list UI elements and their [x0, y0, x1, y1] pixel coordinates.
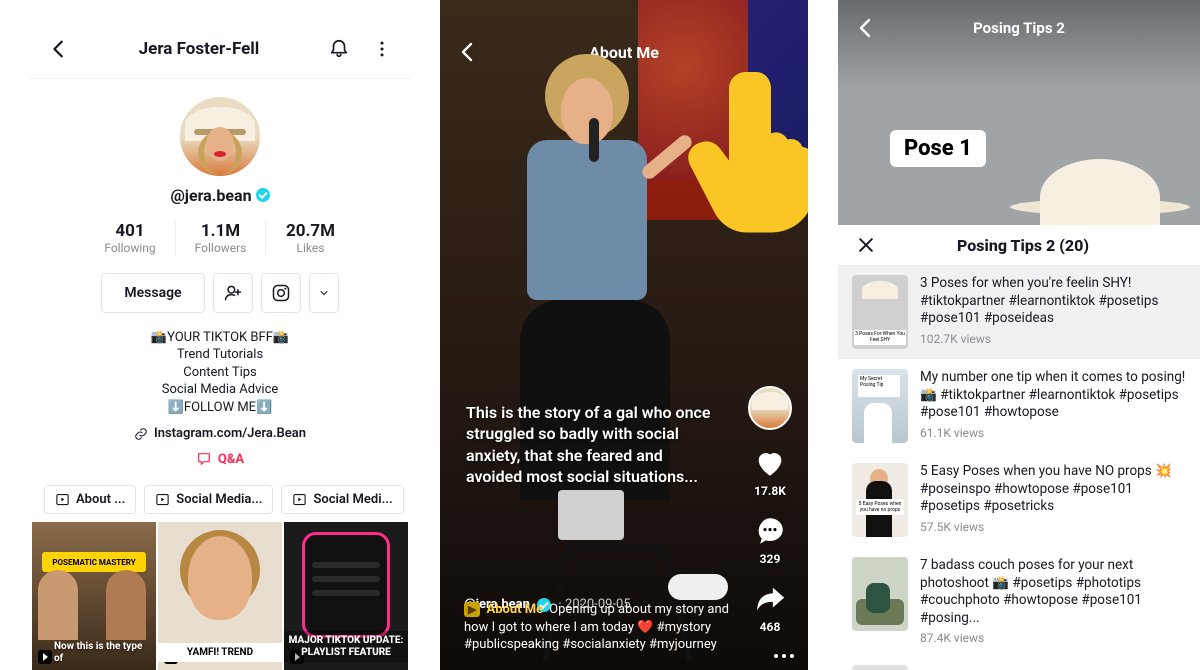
stat-following[interactable]: 401Following	[85, 221, 175, 255]
playlist-item-thumb: 5 Easy Poses when you have no props	[852, 463, 908, 537]
qa-icon	[196, 451, 212, 467]
profile-title: Jera Foster-Fell	[139, 39, 260, 59]
playlist-icon	[292, 492, 307, 507]
playlist-item-thumb	[852, 665, 908, 670]
share-button[interactable]: 468	[751, 580, 789, 634]
bell-icon[interactable]	[328, 38, 350, 60]
video-screen: About Me This is the story of a gal who …	[440, 0, 808, 670]
pointing-hand-icon	[664, 60, 808, 240]
playlist-tag-icon: ▶	[464, 602, 480, 617]
stat-likes[interactable]: 20.7MLikes	[265, 221, 355, 255]
instagram-button[interactable]	[261, 273, 301, 313]
playlist-header: Posing Tips 2	[838, 16, 1200, 40]
verified-badge-icon	[256, 188, 270, 202]
link-icon	[134, 427, 148, 441]
action-rail: 17.8K 329 468	[742, 386, 798, 634]
profile-bio: 📸YOUR TIKTOK BFF📸 Trend Tutorials Conten…	[30, 329, 410, 417]
close-icon[interactable]	[852, 235, 880, 255]
author-avatar[interactable]	[748, 386, 792, 430]
add-friend-button[interactable]	[213, 273, 253, 313]
playlist-sheet-header: Posing Tips 2 (20)	[838, 225, 1200, 265]
playlist-item-thumb: 3 Poses For When You Feel SHY	[852, 275, 908, 349]
video-content[interactable]	[527, 140, 647, 300]
profile-avatar[interactable]	[180, 97, 260, 176]
playlist-item[interactable]: My Secret Posing Tip My number one tip w…	[838, 359, 1200, 453]
play-badge-icon	[38, 650, 52, 664]
playlist-chips: About ... Social Media... Social Medi...	[30, 467, 410, 522]
playlist-chip[interactable]: Social Media...	[144, 485, 273, 514]
profile-actions: Message	[30, 273, 410, 313]
playlist-chip[interactable]: Social Medi...	[281, 485, 403, 514]
playlist-item[interactable]: 7 badass couch poses for your next photo…	[838, 547, 1200, 655]
video-thumb[interactable]: YAMFI! TREND	[158, 522, 282, 670]
playlist-screen: Posing Tips 2 Pose 1 Posing Tips 2 (20) …	[838, 0, 1200, 670]
playlist-title-top: Posing Tips 2	[878, 19, 1160, 37]
qa-link[interactable]: Q&A	[30, 451, 410, 467]
playlist-icon	[55, 492, 70, 507]
video-thumb[interactable]: MAJOR TIKTOK UPDATE: PLAYLIST FEATURE	[284, 522, 408, 670]
profile-handle[interactable]: @jera.bean	[30, 186, 410, 205]
stat-followers[interactable]: 1.1MFollowers	[175, 221, 265, 255]
like-button[interactable]: 17.8K	[751, 444, 789, 498]
profile-screen: Jera Foster-Fell @jera.bean 401Following…	[30, 0, 410, 670]
playlist-video-preview[interactable]: Posing Tips 2 Pose 1	[838, 0, 1200, 225]
back-icon[interactable]	[456, 40, 480, 64]
pose-label: Pose 1	[890, 130, 986, 167]
back-icon[interactable]	[48, 38, 70, 60]
video-thumb[interactable]: POSEMATIC MASTERY Now this is the type o…	[32, 522, 156, 670]
playlist-item[interactable]	[838, 655, 1200, 670]
comment-button[interactable]: 329	[751, 512, 789, 566]
playlist-item[interactable]: 3 Poses For When You Feel SHY 3 Poses fo…	[838, 265, 1200, 359]
video-grid: POSEMATIC MASTERY Now this is the type o…	[30, 522, 410, 670]
video-caption: This is the story of a gal who once stru…	[466, 402, 718, 488]
playlist-list: 3 Poses For When You Feel SHY 3 Poses fo…	[838, 265, 1200, 670]
video-description[interactable]: ▶About MeOpening up about my story and h…	[464, 601, 738, 654]
playlist-icon	[155, 492, 170, 507]
message-button[interactable]: Message	[101, 273, 204, 313]
back-icon[interactable]	[854, 16, 878, 40]
profile-header: Jera Foster-Fell	[30, 0, 410, 79]
dropdown-button[interactable]	[309, 273, 339, 313]
more-vertical-icon[interactable]	[372, 39, 392, 59]
profile-stats: 401Following 1.1MFollowers 20.7MLikes	[30, 221, 410, 255]
playlist-item-thumb	[852, 557, 908, 631]
playlist-sheet-title: Posing Tips 2 (20)	[880, 236, 1166, 255]
playlist-item[interactable]: 5 Easy Poses when you have no props 5 Ea…	[838, 453, 1200, 547]
more-horizontal-icon[interactable]	[774, 654, 794, 658]
video-title: About Me	[480, 43, 768, 62]
playlist-item-thumb: My Secret Posing Tip	[852, 369, 908, 443]
profile-link[interactable]: Instagram.com/Jera.Bean	[30, 426, 410, 441]
playlist-chip[interactable]: About ...	[44, 485, 136, 514]
